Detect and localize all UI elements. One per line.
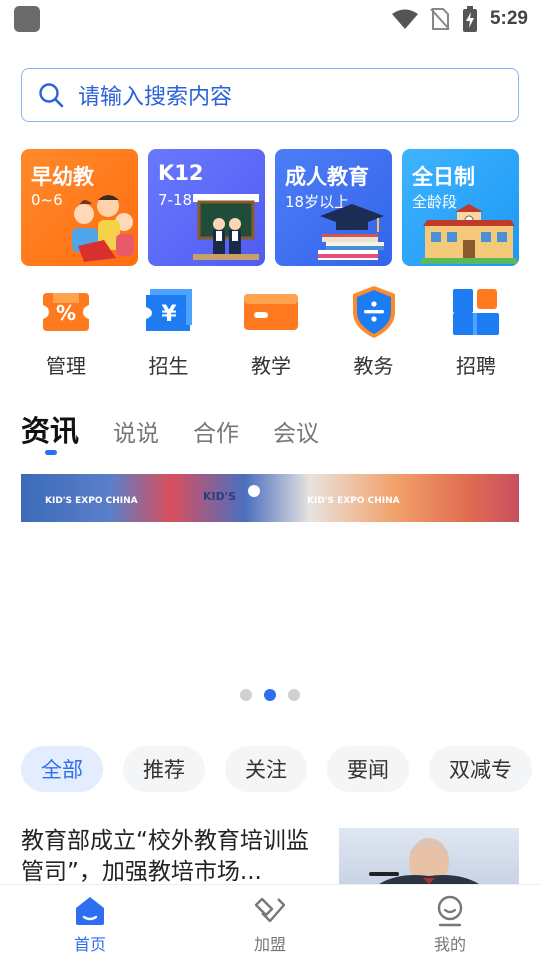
category-cards: 早幼教 0~6 K12 7-18 成人教育 18岁以上 全日制 全龄段 <box>21 149 519 266</box>
search-icon <box>39 83 64 108</box>
category-subtitle: 7-18 <box>158 191 193 209</box>
carousel-dot-active[interactable] <box>264 689 276 701</box>
quick-action-enrollment[interactable]: ¥ 招生 <box>119 284 219 384</box>
quick-action-label: 教务 <box>353 354 394 378</box>
app-notification-icon <box>14 6 40 32</box>
grid-blocks-icon <box>453 289 499 335</box>
system-icons: 5:29 <box>391 6 528 32</box>
nav-home[interactable]: 首页 <box>0 885 180 960</box>
nav-label: 我的 <box>433 935 466 954</box>
students-blackboard-illustration <box>193 194 259 260</box>
home-icon <box>76 897 104 925</box>
carousel-dots <box>240 689 300 701</box>
nav-join[interactable]: 加盟 <box>180 885 360 960</box>
nav-label: 加盟 <box>253 935 286 954</box>
category-card-k12[interactable]: K12 7-18 <box>148 149 265 266</box>
children-reading-illustration <box>72 195 134 262</box>
news-tabs: 资讯 说说 合作 会议 <box>21 404 319 464</box>
bottom-navigation: 首页 加盟 我的 <box>0 884 540 960</box>
carousel-dot[interactable] <box>288 689 300 701</box>
quick-action-recruitment[interactable]: 招聘 <box>426 284 526 384</box>
chip-headlines[interactable]: 要闻 <box>327 746 409 792</box>
svg-text:%: % <box>56 301 76 325</box>
chip-all[interactable]: 全部 <box>21 746 103 792</box>
filter-chips: 全部 推荐 关注 要闻 双减专 <box>21 746 540 792</box>
quick-action-label: 招聘 <box>456 354 496 378</box>
status-time: 5:29 <box>489 8 528 29</box>
quick-action-label: 教学 <box>251 354 291 378</box>
category-title: K12 <box>158 161 204 185</box>
banner-tag-left: KID'S EXPO CHINA <box>45 496 138 506</box>
chip-double-reduction[interactable]: 双减专 <box>429 746 532 792</box>
quick-action-management[interactable]: % 管理 <box>16 284 116 384</box>
category-subtitle: 0~6 <box>31 191 63 209</box>
no-sim-icon <box>430 8 450 30</box>
article-photo <box>369 838 479 884</box>
banner-carousel[interactable]: KID'S EXPO CHINA KID'S KID'S EXPO CHINA <box>21 474 519 522</box>
chip-following[interactable]: 关注 <box>225 746 307 792</box>
tab-cooperation[interactable]: 合作 <box>193 404 239 448</box>
shield-divide-icon <box>352 286 395 338</box>
tab-news[interactable]: 资讯 <box>21 404 79 455</box>
nav-label: 首页 <box>73 935 106 954</box>
quick-actions: % 管理 ¥ 招生 教学 教务 招聘 <box>16 284 526 384</box>
yen-ticket-icon: ¥ <box>145 289 192 331</box>
chip-recommended[interactable]: 推荐 <box>123 746 205 792</box>
article-thumbnail[interactable] <box>339 828 519 884</box>
profile-icon <box>437 895 463 927</box>
status-bar: 5:29 <box>0 0 540 38</box>
banner-circle-shape <box>248 485 260 497</box>
category-title: 成人教育 <box>285 165 369 189</box>
article-title[interactable]: 教育部成立“校外教育培训监管司”，加强教培市场... <box>21 826 321 884</box>
category-title: 全日制 <box>412 165 475 189</box>
tab-posts[interactable]: 说说 <box>113 404 159 448</box>
banner-tag-right: KID'S EXPO CHINA <box>307 496 400 506</box>
battery-charging-icon <box>462 6 477 32</box>
banner-logo: KID'S <box>203 490 237 503</box>
tab-meetings[interactable]: 会议 <box>273 404 319 448</box>
search-input[interactable]: 请输入搜索内容 <box>21 68 519 122</box>
svg-text:¥: ¥ <box>161 302 177 327</box>
wifi-icon <box>391 9 418 29</box>
search-placeholder: 请输入搜索内容 <box>78 85 233 110</box>
school-building-illustration <box>421 204 517 264</box>
quick-action-label: 管理 <box>46 354 86 378</box>
category-card-early-education[interactable]: 早幼教 0~6 <box>21 149 138 266</box>
quick-action-label: 招生 <box>148 354 189 378</box>
carousel-dot[interactable] <box>240 689 252 701</box>
handshake-icon <box>254 897 286 923</box>
nav-profile[interactable]: 我的 <box>360 885 540 960</box>
category-card-adult-education[interactable]: 成人教育 18岁以上 <box>275 149 392 266</box>
card-icon <box>244 294 298 330</box>
category-card-full-time[interactable]: 全日制 全龄段 <box>402 149 519 266</box>
quick-action-teaching[interactable]: 教学 <box>221 284 321 384</box>
percent-ticket-icon: % <box>43 293 89 331</box>
quick-action-academic-affairs[interactable]: 教务 <box>324 284 424 384</box>
books-graduation-cap-illustration <box>318 204 384 260</box>
